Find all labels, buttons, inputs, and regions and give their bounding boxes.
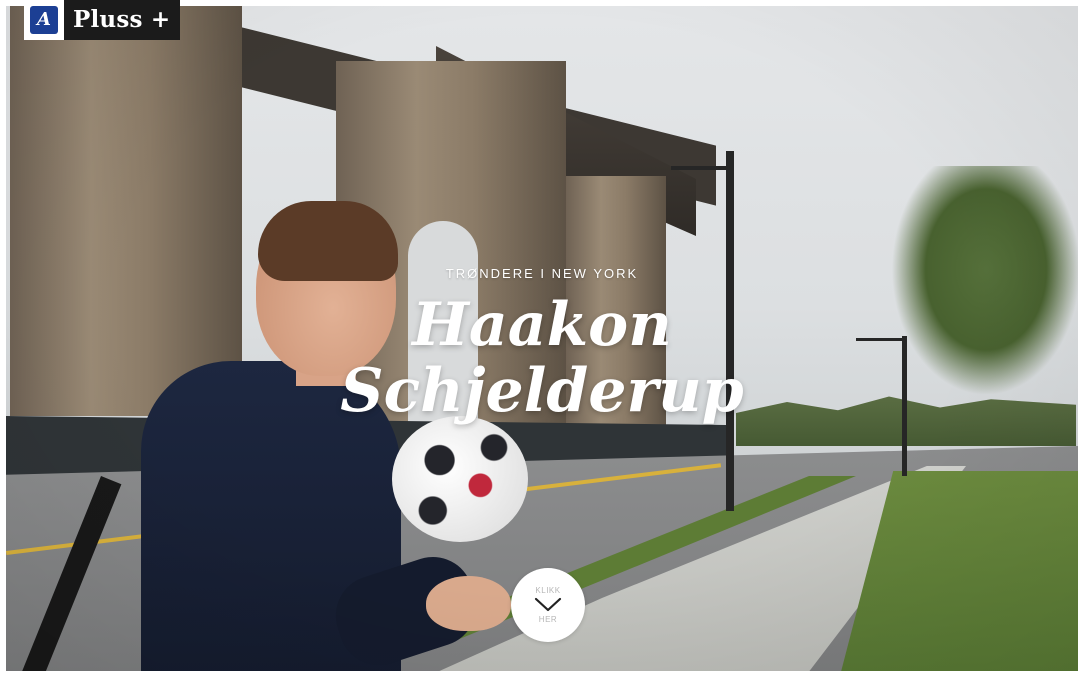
article-title-line2: Schjelderup	[340, 356, 744, 426]
logo-icon: A	[30, 6, 58, 34]
article-kicker: TRØNDERE I NEW YORK	[445, 266, 639, 281]
scroll-button-bottom-label: HER	[538, 615, 558, 624]
article-title-line1: Haakon	[412, 290, 672, 360]
chevron-down-icon	[534, 597, 562, 612]
scroll-down-button[interactable]: KLIKK HER	[511, 568, 585, 642]
logo: A	[24, 0, 64, 40]
brand-link[interactable]: A Pluss +	[24, 0, 181, 40]
brand-name: Pluss +	[64, 0, 181, 40]
scroll-button-top-label: KLIKK	[535, 586, 561, 595]
article-title: Haakon Schjelderup	[0, 292, 1084, 424]
